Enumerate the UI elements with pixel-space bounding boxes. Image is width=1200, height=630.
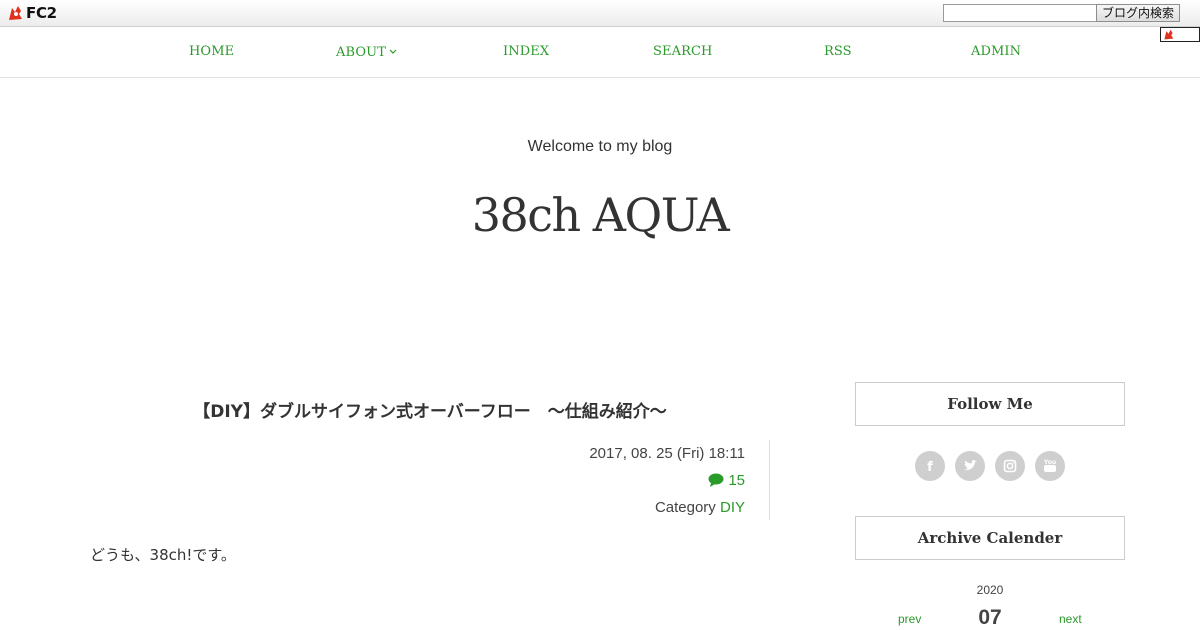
- comment-count: 15: [728, 472, 745, 489]
- blog-tagline: Welcome to my blog: [527, 138, 673, 155]
- nav-search[interactable]: SEARCH: [653, 44, 712, 59]
- post-meta: 2017, 08. 25 (Fri) 18:11 15 Category DIY: [480, 440, 745, 520]
- calendar-year: 2020: [976, 583, 1004, 597]
- blog-title[interactable]: 38ch AQUA: [0, 188, 1200, 242]
- post-category: Category DIY: [655, 499, 745, 516]
- category-link[interactable]: DIY: [720, 499, 745, 516]
- nav-rss[interactable]: RSS: [824, 44, 852, 59]
- nav-index[interactable]: INDEX: [503, 44, 549, 59]
- svg-text:You: You: [1043, 459, 1056, 466]
- comment-icon: [708, 473, 724, 491]
- fc2-brand: FC2: [26, 4, 57, 22]
- nav-admin[interactable]: ADMIN: [971, 44, 1021, 59]
- fc2-logo-icon: [9, 6, 22, 20]
- nav-home[interactable]: HOME: [189, 44, 234, 59]
- post-date: 2017, 08. 25 (Fri) 18:11: [589, 445, 745, 462]
- follow-me-heading: Follow Me: [855, 382, 1125, 426]
- post-title[interactable]: 【DIY】ダブルサイフォン式オーバーフロー ～仕組み紹介～: [90, 397, 770, 422]
- chevron-down-icon: [389, 44, 397, 59]
- fc2-logo-link[interactable]: FC2: [7, 4, 57, 22]
- calendar-month: 07: [978, 606, 1002, 629]
- instagram-icon[interactable]: [995, 451, 1025, 481]
- post-comments-link[interactable]: 15: [708, 472, 745, 491]
- archive-calendar-heading: Archive Calender: [855, 516, 1125, 560]
- meta-divider: [769, 440, 770, 520]
- fc2-toolbar: FC2 ブログ内検索: [0, 0, 1200, 27]
- category-label: Category: [654, 499, 720, 516]
- facebook-icon[interactable]: f: [915, 451, 945, 481]
- youtube-icon[interactable]: You: [1035, 451, 1065, 481]
- nav-about-label: ABOUT: [336, 45, 386, 60]
- blog-search-input[interactable]: [943, 4, 1097, 22]
- svg-text:f: f: [927, 460, 933, 475]
- nav-about[interactable]: ABOUT: [336, 44, 397, 60]
- calendar-next-link[interactable]: next: [1059, 612, 1082, 626]
- post-body: どうも、38ch!です。: [90, 546, 236, 564]
- twitter-icon[interactable]: [955, 451, 985, 481]
- main-nav: HOME ABOUT INDEX SEARCH RSS ADMIN: [0, 27, 1200, 78]
- blog-search-button[interactable]: ブログ内検索: [1096, 4, 1180, 22]
